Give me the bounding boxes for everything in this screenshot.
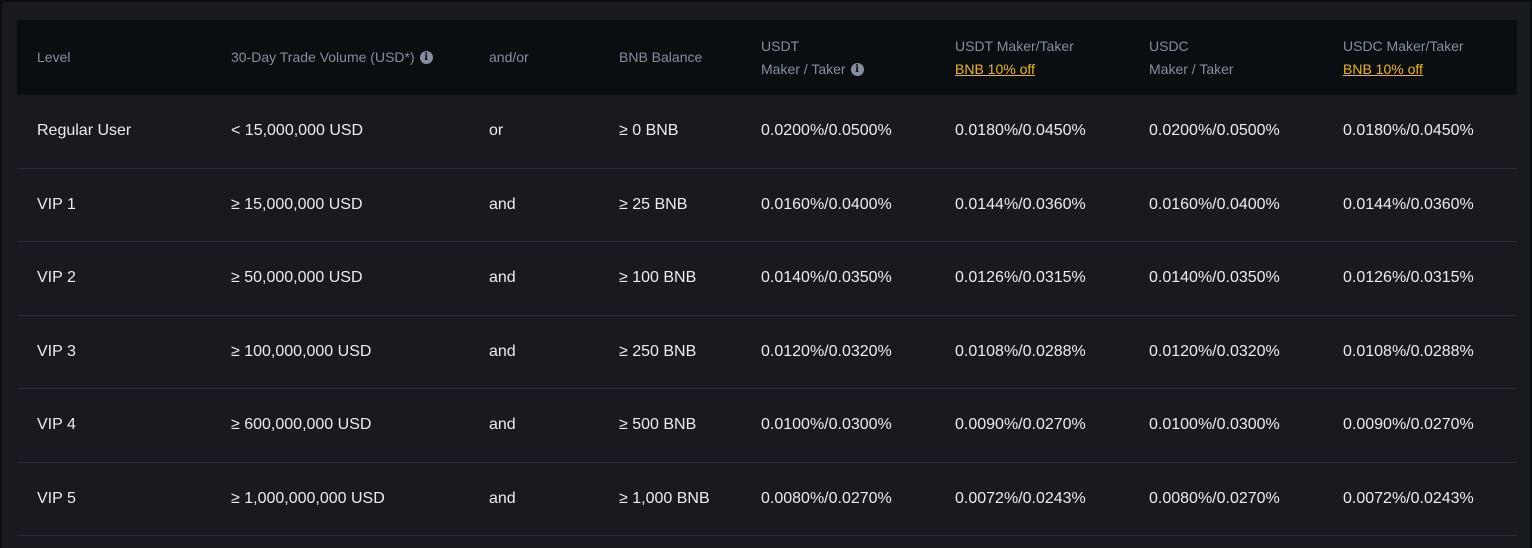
cell-volume: ≥ 15,000,000 USD	[231, 195, 363, 213]
bnb-discount-link[interactable]: BNB 10% off	[955, 58, 1074, 81]
header-usdc-bnb: USDC Maker/Taker BNB 10% off	[1343, 20, 1464, 95]
cell-volume: < 15,000,000 USD	[231, 122, 364, 140]
cell-usdc-bnb: 0.0144%/0.0360%	[1343, 195, 1474, 213]
cell-volume: ≥ 600,000,000 USD	[231, 416, 372, 434]
cell-andor: and	[489, 269, 516, 287]
cell-usdc-bnb: 0.0108%/0.0288%	[1343, 342, 1474, 360]
cell-usdt: 0.0140%/0.0350%	[761, 269, 892, 287]
cell-bnb: ≥ 500 BNB	[619, 416, 697, 434]
cell-usdc: 0.0080%/0.0270%	[1149, 489, 1280, 507]
header-usdt-bnb: USDT Maker/Taker BNB 10% off	[955, 20, 1074, 95]
cell-usdc-bnb: 0.0126%/0.0315%	[1343, 269, 1474, 287]
cell-usdt-bnb: 0.0108%/0.0288%	[955, 342, 1086, 360]
cell-volume: ≥ 1,000,000,000 USD	[231, 489, 385, 507]
cell-andor: and	[489, 342, 516, 360]
header-volume: 30-Day Trade Volume (USD*) i	[231, 20, 433, 95]
cell-usdt: 0.0160%/0.0400%	[761, 195, 892, 213]
cell-usdt-bnb: 0.0126%/0.0315%	[955, 269, 1086, 287]
cell-bnb: ≥ 1,000 BNB	[619, 489, 710, 507]
cell-bnb: ≥ 25 BNB	[619, 195, 688, 213]
header-usdt: USDT Maker / Taker i	[761, 20, 864, 95]
cell-usdt-bnb: 0.0144%/0.0360%	[955, 195, 1086, 213]
info-icon[interactable]: i	[850, 63, 864, 77]
cell-usdc: 0.0140%/0.0350%	[1149, 269, 1280, 287]
cell-andor: or	[489, 122, 504, 140]
cell-bnb: ≥ 100 BNB	[619, 269, 697, 287]
cell-usdt: 0.0100%/0.0300%	[761, 416, 892, 434]
cell-usdc-bnb: 0.0072%/0.0243%	[1343, 489, 1474, 507]
cell-usdc: 0.0100%/0.0300%	[1149, 416, 1280, 434]
cell-usdt: 0.0200%/0.0500%	[761, 122, 892, 140]
page-frame: Level 30-Day Trade Volume (USD*) i and/o…	[2, 2, 1530, 548]
cell-bnb: ≥ 250 BNB	[619, 342, 697, 360]
cell-usdt-bnb: 0.0072%/0.0243%	[955, 489, 1086, 507]
table-row: VIP 3 ≥ 100,000,000 USD and ≥ 250 BNB 0.…	[17, 316, 1517, 389]
cell-usdt-bnb: 0.0090%/0.0270%	[955, 416, 1086, 434]
cell-usdc: 0.0200%/0.0500%	[1149, 122, 1280, 140]
header-level: Level	[37, 49, 71, 65]
header-usdc: USDC Maker / Taker	[1149, 37, 1234, 77]
header-bnb-balance: BNB Balance	[619, 49, 703, 65]
table-row: Regular User < 15,000,000 USD or ≥ 0 BNB…	[17, 95, 1517, 169]
header-andor: and/or	[489, 49, 529, 65]
cell-andor: and	[489, 489, 516, 507]
cell-usdc: 0.0160%/0.0400%	[1149, 195, 1280, 213]
cell-usdt: 0.0120%/0.0320%	[761, 342, 892, 360]
table-row: VIP 5 ≥ 1,000,000,000 USD and ≥ 1,000 BN…	[17, 463, 1517, 536]
table-row: VIP 1 ≥ 15,000,000 USD and ≥ 25 BNB 0.01…	[17, 169, 1517, 242]
bnb-discount-link[interactable]: BNB 10% off	[1343, 58, 1464, 81]
cell-level: VIP 4	[37, 416, 76, 434]
cell-usdc: 0.0120%/0.0320%	[1149, 342, 1280, 360]
table-row: VIP 4 ≥ 600,000,000 USD and ≥ 500 BNB 0.…	[17, 389, 1517, 463]
cell-volume: ≥ 50,000,000 USD	[231, 269, 363, 287]
table-row: VIP 2 ≥ 50,000,000 USD and ≥ 100 BNB 0.0…	[17, 242, 1517, 316]
cell-bnb: ≥ 0 BNB	[619, 122, 679, 140]
fee-tier-table: Level 30-Day Trade Volume (USD*) i and/o…	[17, 20, 1517, 536]
cell-volume: ≥ 100,000,000 USD	[231, 342, 372, 360]
cell-usdc-bnb: 0.0180%/0.0450%	[1343, 122, 1474, 140]
info-icon[interactable]: i	[419, 51, 433, 64]
cell-usdt-bnb: 0.0180%/0.0450%	[955, 122, 1086, 140]
cell-level: Regular User	[37, 122, 132, 140]
cell-level: VIP 3	[37, 342, 76, 360]
cell-usdc-bnb: 0.0090%/0.0270%	[1343, 416, 1474, 434]
cell-usdt: 0.0080%/0.0270%	[761, 489, 892, 507]
cell-level: VIP 5	[37, 489, 76, 507]
cell-level: VIP 1	[37, 195, 76, 213]
table-header: Level 30-Day Trade Volume (USD*) i and/o…	[17, 20, 1517, 95]
cell-level: VIP 2	[37, 269, 76, 287]
cell-andor: and	[489, 416, 516, 434]
cell-andor: and	[489, 195, 516, 213]
